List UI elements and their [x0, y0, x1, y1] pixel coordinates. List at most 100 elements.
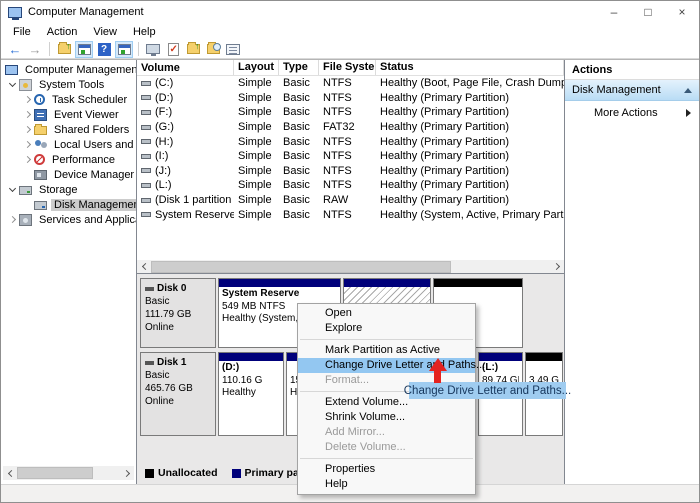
menu-separator	[300, 339, 473, 340]
volume-row[interactable]: (J:)SimpleBasicNTFSHealthy (Primary Part…	[137, 164, 564, 179]
scroll-thumb[interactable]	[17, 467, 93, 479]
menu-item-open[interactable]: Open	[298, 306, 475, 321]
expand-right-icon[interactable]	[20, 112, 34, 117]
menu-action[interactable]: Action	[39, 25, 86, 39]
menu-help[interactable]: Help	[125, 25, 164, 39]
volume-icon	[141, 125, 151, 130]
remote-screen-icon[interactable]	[144, 41, 162, 58]
sidebar-item-services-and-applications[interactable]: Services and Applications	[1, 212, 136, 227]
menu-item-help[interactable]: Help	[298, 477, 475, 492]
scroll-left-icon[interactable]	[137, 260, 151, 274]
menu-item-mark-partition-as-active[interactable]: Mark Partition as Active	[298, 343, 475, 358]
sidebar-item-storage[interactable]: Storage	[1, 182, 136, 197]
legend-swatch	[145, 469, 154, 478]
sidebar-item-performance[interactable]: Performance	[1, 152, 136, 167]
column-header-layout[interactable]: Layout	[234, 60, 279, 75]
volume-cell: Simple	[234, 92, 279, 104]
expand-right-icon[interactable]	[20, 142, 34, 147]
sidebar-item-local-users-and-groups[interactable]: Local Users and Groups	[1, 137, 136, 152]
expand-right-icon[interactable]	[20, 157, 34, 162]
sidebar-item-computer-management-local[interactable]: Computer Management (Local	[1, 62, 136, 77]
collapse-icon[interactable]	[684, 88, 692, 93]
services-icon	[19, 214, 32, 226]
actions-group-disk-management[interactable]: Disk Management	[565, 80, 699, 101]
sidebar-item-shared-folders[interactable]: Shared Folders	[1, 122, 136, 137]
column-header-file-system[interactable]: File System	[319, 60, 376, 75]
menu-file[interactable]: File	[5, 25, 39, 39]
maximize-button[interactable]: □	[631, 1, 665, 23]
back-icon[interactable]: ←	[6, 41, 24, 58]
disk-label-box[interactable]: Disk 0Basic111.79 GBOnline	[140, 278, 216, 348]
volume-name-cell: (Disk 1 partition 2)	[137, 194, 234, 206]
minimize-button[interactable]: –	[597, 1, 631, 23]
sidebar-item-device-manager[interactable]: Device Manager	[1, 167, 136, 182]
search-folder-icon[interactable]	[204, 41, 222, 58]
volume-list-horizontal-scrollbar[interactable]	[137, 260, 564, 274]
menu-item-explore[interactable]: Explore	[298, 321, 475, 336]
scroll-right-icon[interactable]	[550, 260, 564, 274]
scroll-left-icon[interactable]	[3, 466, 17, 480]
volume-cell: Healthy (Primary Partition)	[376, 121, 564, 133]
scroll-thumb[interactable]	[151, 261, 451, 273]
expand-down-icon[interactable]	[5, 84, 19, 86]
menu-item-properties[interactable]: Properties	[298, 462, 475, 477]
volume-row[interactable]: (Disk 1 partition 2)SimpleBasicRAWHealth…	[137, 193, 564, 208]
sidebar-item-disk-management[interactable]: Disk Management	[1, 197, 136, 212]
volume-row[interactable]: (D:)SimpleBasicNTFSHealthy (Primary Part…	[137, 91, 564, 106]
menu-separator	[300, 458, 473, 459]
volume-row[interactable]: (G:)SimpleBasicFAT32Healthy (Primary Par…	[137, 120, 564, 135]
more-actions-item[interactable]: More Actions	[565, 101, 699, 125]
expand-right-icon[interactable]	[5, 217, 19, 222]
forward-icon[interactable]: →	[26, 41, 44, 58]
scroll-right-icon[interactable]	[120, 466, 134, 480]
menu-view[interactable]: View	[85, 25, 125, 39]
sidebar-item-system-tools[interactable]: System Tools	[1, 77, 136, 92]
partition-box[interactable]: (D:)110.16 GHealthy	[218, 352, 284, 436]
properties-icon[interactable]	[224, 41, 242, 58]
console-tree-icon[interactable]	[75, 41, 93, 58]
volume-row[interactable]: (C:)SimpleBasicNTFSHealthy (Boot, Page F…	[137, 76, 564, 91]
actions-header: Actions	[565, 60, 699, 80]
close-button[interactable]: ×	[665, 1, 699, 23]
volume-row[interactable]: (H:)SimpleBasicNTFSHealthy (Primary Part…	[137, 134, 564, 149]
volume-cell: Simple	[234, 106, 279, 118]
menu-item-shrink-volume[interactable]: Shrink Volume...	[298, 410, 475, 425]
column-header-type[interactable]: Type	[279, 60, 319, 75]
volume-cell: NTFS	[319, 106, 376, 118]
users-icon	[34, 139, 47, 151]
volume-cell: Healthy (Primary Partition)	[376, 106, 564, 118]
tree-item-label: Local Users and Groups	[51, 139, 137, 151]
expand-down-icon[interactable]	[5, 189, 19, 191]
partition-text-line: (D:)	[222, 362, 280, 375]
volume-name-cell: (H:)	[137, 136, 234, 148]
sidebar-item-task-scheduler[interactable]: Task Scheduler	[1, 92, 136, 107]
volume-row[interactable]: (F:)SimpleBasicNTFSHealthy (Primary Part…	[137, 105, 564, 120]
disk-label-box[interactable]: Disk 1Basic465.76 GBOnline	[140, 352, 216, 436]
window-title: Computer Management	[28, 6, 144, 18]
check-document-icon[interactable]	[164, 41, 182, 58]
column-header-volume[interactable]: Volume	[137, 60, 234, 75]
export-list-icon[interactable]	[55, 41, 73, 58]
help-icon[interactable]: ?	[95, 41, 113, 58]
expand-right-icon[interactable]	[20, 97, 34, 102]
menu-item-change-drive-letter-and-paths[interactable]: Change Drive Letter and Paths...	[298, 358, 475, 373]
volume-cell: NTFS	[319, 92, 376, 104]
sidebar-item-event-viewer[interactable]: Event Viewer	[1, 107, 136, 122]
volume-cell: NTFS	[319, 209, 376, 221]
volume-name-cell: (G:)	[137, 121, 234, 133]
menu-bar: FileActionViewHelp	[1, 23, 699, 40]
action-pane-icon[interactable]	[115, 41, 133, 58]
tree-horizontal-scrollbar[interactable]	[3, 466, 134, 480]
up-folder-icon[interactable]	[184, 41, 202, 58]
volume-row[interactable]: (L:)SimpleBasicNTFSHealthy (Primary Part…	[137, 178, 564, 193]
expand-right-icon[interactable]	[20, 127, 34, 132]
volume-row[interactable]: (I:)SimpleBasicNTFSHealthy (Primary Part…	[137, 149, 564, 164]
partition-text-line: 110.16 G	[222, 375, 280, 388]
toolbar-separator	[49, 42, 50, 56]
tree-item-label: Event Viewer	[51, 109, 122, 121]
volume-cell: Basic	[279, 136, 319, 148]
volume-row[interactable]: System Reserved (K:)SimpleBasicNTFSHealt…	[137, 207, 564, 222]
volume-cell: NTFS	[319, 179, 376, 191]
volume-icon	[141, 212, 151, 217]
column-header-status[interactable]: Status	[376, 60, 564, 75]
